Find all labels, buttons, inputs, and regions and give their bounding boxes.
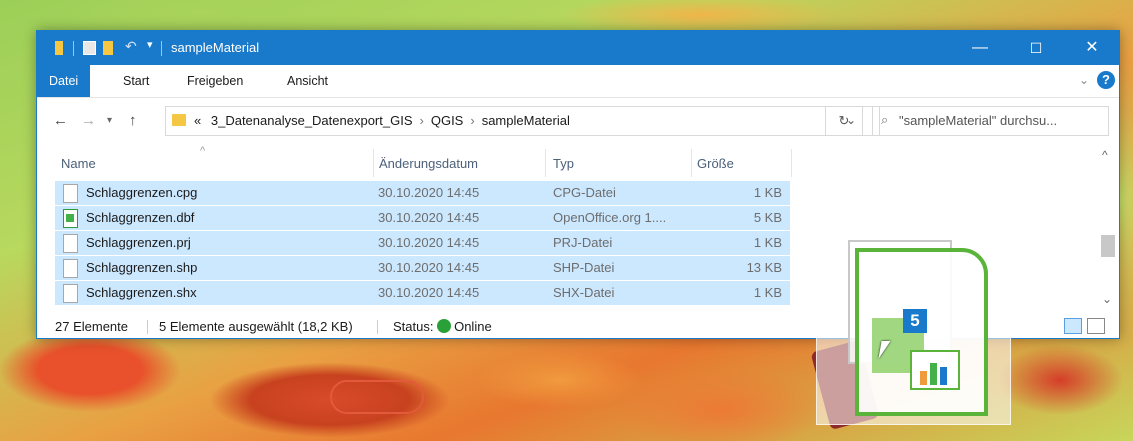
- item-count: 27 Elemente: [55, 319, 128, 334]
- file-date: 30.10.2020 14:45: [378, 185, 480, 200]
- file-type: OpenOffice.org 1....: [553, 210, 667, 225]
- file-size: 1 KB: [753, 285, 782, 300]
- table-row[interactable]: Schlaggrenzen.prj 30.10.2020 14:45 PRJ-D…: [55, 231, 790, 255]
- chevron-right-icon[interactable]: ›: [420, 113, 424, 128]
- vertical-scrollbar[interactable]: ^ ⌄: [1099, 142, 1117, 314]
- scroll-down-icon[interactable]: ⌄: [1102, 292, 1112, 306]
- table-row[interactable]: Schlaggrenzen.shx 30.10.2020 14:45 SHX-D…: [55, 281, 790, 305]
- maximize-button[interactable]: ☐: [1013, 31, 1059, 65]
- file-date: 30.10.2020 14:45: [378, 235, 480, 250]
- chevron-right-icon[interactable]: ›: [470, 113, 474, 128]
- tab-datei[interactable]: Datei: [37, 65, 91, 97]
- new-folder-icon[interactable]: [103, 41, 113, 55]
- separator: [73, 41, 74, 56]
- file-type: PRJ-Datei: [553, 235, 613, 250]
- quick-access-dropdown-icon[interactable]: ▾: [147, 38, 161, 52]
- file-name: Schlaggrenzen.shx: [86, 285, 197, 300]
- properties-icon[interactable]: [83, 41, 96, 55]
- forward-arrow-icon[interactable]: →: [81, 112, 96, 129]
- up-arrow-icon[interactable]: ↑: [129, 112, 137, 129]
- separator: [377, 320, 378, 334]
- file-icon: [63, 184, 78, 203]
- file-name: Schlaggrenzen.dbf: [86, 210, 195, 225]
- file-size: 1 KB: [753, 235, 782, 250]
- ribbon: Datei Start Freigeben Ansicht ⌄ ?: [37, 65, 1119, 98]
- navigation-bar: ← → ▾ ↑ « 3_Datenanalyse_Datenexport_GIS…: [37, 98, 1119, 142]
- column-header: ^ Name Änderungsdatum Typ Größe: [55, 145, 795, 177]
- breadcrumb-item-datenanalyse[interactable]: 3_Datenanalyse_Datenexport_GIS: [211, 113, 413, 128]
- online-icon: [437, 319, 452, 333]
- address-bar[interactable]: « 3_Datenanalyse_Datenexport_GIS › QGIS › sa…: [165, 106, 880, 136]
- refresh-button[interactable]: ↻: [825, 106, 863, 136]
- calc-file-icon: [63, 209, 78, 228]
- tab-ansicht[interactable]: Ansicht: [287, 65, 328, 97]
- status-label: Status:: [393, 319, 434, 334]
- sync-status: Status: Online: [393, 319, 492, 334]
- close-button[interactable]: ✕: [1069, 31, 1115, 65]
- status-value: Online: [454, 319, 492, 334]
- scroll-thumb[interactable]: [1101, 235, 1115, 257]
- file-size: 13 KB: [746, 260, 782, 275]
- search-placeholder: "sampleMaterial" durchsu...: [899, 113, 1058, 128]
- breadcrumb-item-qgis[interactable]: QGIS: [431, 113, 464, 128]
- scroll-up-icon[interactable]: ^: [1102, 148, 1108, 162]
- breadcrumb-item-samplematerial[interactable]: sampleMaterial: [482, 113, 570, 128]
- back-arrow-icon[interactable]: ←: [53, 112, 68, 129]
- selection-summary: 5 Elemente ausgewählt (18,2 KB): [159, 319, 353, 334]
- file-name: Schlaggrenzen.prj: [86, 235, 191, 250]
- file-type: SHP-Datei: [553, 260, 615, 275]
- column-name[interactable]: Name: [61, 156, 96, 171]
- file-type: SHX-Datei: [553, 285, 615, 300]
- map-field-outline: [330, 380, 424, 414]
- drag-count-badge: 5: [903, 309, 927, 333]
- separator: [161, 41, 162, 56]
- file-name: Schlaggrenzen.cpg: [86, 185, 198, 200]
- column-divider[interactable]: [791, 149, 792, 177]
- column-divider[interactable]: [545, 149, 546, 177]
- bar-chart-icon: [910, 350, 960, 390]
- file-date: 30.10.2020 14:45: [378, 285, 480, 300]
- column-size[interactable]: Größe: [697, 156, 734, 171]
- column-type[interactable]: Typ: [553, 156, 574, 171]
- file-name: Schlaggrenzen.shp: [86, 260, 198, 275]
- file-date: 30.10.2020 14:45: [378, 260, 480, 275]
- file-type: CPG-Datei: [553, 185, 616, 200]
- file-icon: [63, 284, 78, 303]
- search-input[interactable]: ⌕ "sampleMaterial" durchsu...: [872, 106, 1109, 136]
- tab-start[interactable]: Start: [123, 65, 149, 97]
- table-row[interactable]: Schlaggrenzen.shp 30.10.2020 14:45 SHP-D…: [55, 256, 790, 280]
- file-size: 1 KB: [753, 185, 782, 200]
- file-icon: [63, 259, 78, 278]
- title-bar: ↶ ▾ sampleMaterial — ☐ ✕: [37, 31, 1119, 65]
- minimize-button[interactable]: —: [957, 31, 1003, 65]
- column-divider[interactable]: [691, 149, 692, 177]
- details-view-button[interactable]: [1064, 318, 1082, 334]
- folder-icon: [55, 41, 63, 55]
- help-button[interactable]: ?: [1097, 71, 1115, 89]
- column-date[interactable]: Änderungsdatum: [379, 156, 478, 171]
- refresh-icon: ↻: [838, 113, 850, 128]
- sort-ascending-icon: ^: [200, 145, 206, 157]
- table-row[interactable]: Schlaggrenzen.cpg 30.10.2020 14:45 CPG-D…: [55, 181, 790, 205]
- breadcrumb-overflow[interactable]: «: [194, 113, 201, 128]
- search-icon: ⌕: [881, 112, 889, 127]
- table-row[interactable]: Schlaggrenzen.dbf 30.10.2020 14:45 OpenO…: [55, 206, 790, 230]
- folder-icon: [172, 114, 186, 126]
- ribbon-expand-chevron-icon[interactable]: ⌄: [1079, 73, 1089, 87]
- file-date: 30.10.2020 14:45: [378, 210, 480, 225]
- undo-icon[interactable]: ↶: [125, 38, 139, 54]
- column-divider[interactable]: [373, 149, 374, 177]
- file-list: Schlaggrenzen.cpg 30.10.2020 14:45 CPG-D…: [55, 181, 790, 306]
- recent-locations-chevron-icon[interactable]: ▾: [107, 115, 112, 126]
- breadcrumb: « 3_Datenanalyse_Datenexport_GIS › QGIS › sa…: [194, 113, 570, 128]
- tab-freigeben[interactable]: Freigeben: [187, 65, 243, 97]
- window-title: sampleMaterial: [171, 40, 260, 55]
- separator: [147, 320, 148, 334]
- file-size: 5 KB: [753, 210, 782, 225]
- file-icon: [63, 234, 78, 253]
- large-icons-view-button[interactable]: [1087, 318, 1105, 334]
